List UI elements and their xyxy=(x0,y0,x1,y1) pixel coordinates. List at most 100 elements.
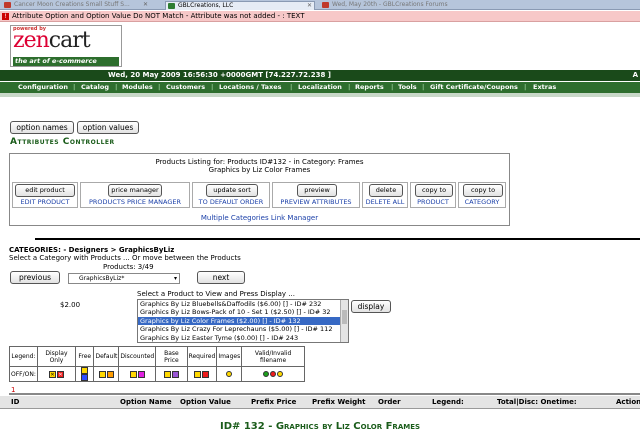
nav-item-customers[interactable]: Customers xyxy=(166,82,205,93)
edit-product-link[interactable]: EDIT PRODUCT xyxy=(13,198,77,206)
preview-button[interactable]: preview xyxy=(297,184,337,197)
delete-button[interactable]: delete xyxy=(369,184,403,197)
nav-item-reports[interactable]: Reports xyxy=(355,82,384,93)
option-names-button[interactable]: option names xyxy=(10,121,74,134)
multiple-categories-link[interactable]: Multiple Categories Link Manager xyxy=(10,214,509,222)
copy-to-product-link[interactable]: PRODUCT xyxy=(411,198,455,206)
legend-header: Images xyxy=(216,346,243,367)
copy-to-product-cell: copy to PRODUCT xyxy=(410,182,456,208)
product-listing-box: Products Listing for: Products ID#132 - … xyxy=(9,153,510,226)
on-square-icon xyxy=(202,370,210,378)
on-square-icon xyxy=(81,374,89,381)
admin-nav-bar: Configuration | Catalog | Modules | Cust… xyxy=(0,82,640,93)
off-square-icon xyxy=(129,370,137,378)
browser-tab[interactable]: Wed, May 20th - GBLCreations Forums xyxy=(320,1,480,10)
header-right-text: A xyxy=(632,71,638,79)
legend-valid-invalid xyxy=(241,366,305,382)
previous-button[interactable]: previous xyxy=(10,271,60,284)
delete-cell: delete DELETE ALL xyxy=(362,182,408,208)
next-button[interactable]: next xyxy=(197,271,245,284)
option-values-button[interactable]: option values xyxy=(77,121,139,134)
browser-tab-active[interactable]: GBLCreations, LLC ✕ xyxy=(165,1,315,10)
error-message: Attribute Option and Option Value Do NOT… xyxy=(12,12,305,20)
copy-to-product-button[interactable]: copy to xyxy=(415,184,453,197)
nav-item-catalog[interactable]: Catalog xyxy=(81,82,109,93)
col-option-name: Option Name xyxy=(120,398,172,406)
site-favicon-icon xyxy=(322,2,329,8)
attributes-table-header: ID Option Name Option Value Prefix Price… xyxy=(0,396,640,409)
close-icon[interactable]: ✕ xyxy=(143,1,148,9)
legend-row-label: OFF/ON: xyxy=(9,366,38,382)
legend-header: Display Only xyxy=(36,346,77,367)
legend-default xyxy=(93,366,120,382)
product-option[interactable]: Graphics By Liz Crazy For Leprechauns ($… xyxy=(138,325,348,333)
browser-tab[interactable]: Cancer Moon Creations Small Stuff S... ✕ xyxy=(2,1,150,10)
status-dot-icon xyxy=(277,371,284,377)
legend-base-price xyxy=(155,366,188,382)
category-select[interactable]: GraphicsByLiz* ▾ xyxy=(68,273,180,284)
legend-header: Legend: xyxy=(9,346,38,367)
product-option[interactable]: Graphics By Liz Bows-Pack of 10 - Set 1 … xyxy=(138,308,348,316)
scrollbar-thumb[interactable] xyxy=(342,310,347,324)
col-id: ID xyxy=(11,398,20,406)
nav-item-locations-taxes[interactable]: Locations / Taxes xyxy=(219,82,282,93)
listbox-scrollbar[interactable] xyxy=(340,300,348,342)
price-manager-button[interactable]: price manager xyxy=(108,184,162,197)
zencart-logo[interactable]: powered by zencart the art of e-commerce xyxy=(10,25,122,67)
copy-to-category-button[interactable]: copy to xyxy=(463,184,503,197)
on-square-icon xyxy=(171,370,179,378)
chevron-down-icon: ▾ xyxy=(173,275,177,282)
edit-product-button[interactable]: edit product xyxy=(15,184,75,197)
product-option[interactable]: Graphics By Liz Bluebells&Daffodils ($6.… xyxy=(138,300,348,308)
category-select-value: GraphicsByLiz* xyxy=(79,275,125,282)
product-price: $2.00 xyxy=(60,301,81,309)
delete-all-link[interactable]: DELETE ALL xyxy=(363,198,407,206)
header-date-bar: Wed, 20 May 2009 16:56:30 +0000GMT [74.2… xyxy=(0,70,640,81)
legend-header: Valid/Invalid filename xyxy=(241,346,305,367)
category-help-text: Select a Category with Products ... Or m… xyxy=(9,254,241,262)
on-square-icon xyxy=(106,370,114,378)
update-sort-button[interactable]: update sort xyxy=(206,184,258,197)
edit-product-cell: edit product EDIT PRODUCT xyxy=(12,182,78,208)
product-option-selected[interactable]: Graphics by Liz Color Frames ($2.00) [] … xyxy=(138,316,348,326)
nav-item-localization[interactable]: Localization xyxy=(298,82,342,93)
nav-item-configuration[interactable]: Configuration xyxy=(18,82,68,93)
section-divider xyxy=(35,238,640,240)
browser-tab-bar: Cancer Moon Creations Small Stuff S... ✕… xyxy=(0,0,640,10)
on-x-icon: ✕ xyxy=(56,370,64,378)
logo-tagline: the art of e-commerce xyxy=(13,57,119,66)
nav-item-gift-certificate-coupons[interactable]: Gift Certificate/Coupons xyxy=(430,82,518,93)
legend-discounted xyxy=(118,366,157,382)
invalid-dot-icon xyxy=(270,371,277,377)
error-message-bar: ! Attribute Option and Option Value Do N… xyxy=(0,11,640,22)
category-breadcrumb: CATEGORIES: - Designers > GraphicsByLiz xyxy=(9,246,175,254)
col-option-value: Option Value xyxy=(180,398,231,406)
image-dot-icon xyxy=(226,371,233,377)
nav-item-tools[interactable]: Tools xyxy=(398,82,417,93)
nav-item-extras[interactable]: Extras xyxy=(533,82,556,93)
product-heading: ID# 132 - Graphics by Liz Color Frames xyxy=(219,421,421,432)
off-x-icon: ✕ xyxy=(48,370,56,378)
listing-info-line: Products Listing for: Products ID#132 - … xyxy=(155,158,364,166)
legend-header: Free xyxy=(75,346,95,367)
close-icon[interactable]: ✕ xyxy=(307,2,312,10)
col-prefix-weight: Prefix Weight xyxy=(312,398,366,406)
product-option[interactable]: Graphics By Liz Easter Tyme ($0.00) [] -… xyxy=(138,334,348,342)
product-count: Products: 3/49 xyxy=(103,263,154,271)
on-square-icon xyxy=(137,370,145,378)
display-button[interactable]: display xyxy=(351,300,391,313)
default-order-link[interactable]: TO DEFAULT ORDER xyxy=(193,198,269,206)
col-order: Order xyxy=(378,398,401,406)
legend-required xyxy=(186,366,218,382)
copy-to-category-link[interactable]: CATEGORY xyxy=(459,198,505,206)
off-square-icon xyxy=(98,370,106,378)
preview-attributes-link[interactable]: PREVIEW ATTRIBUTES xyxy=(273,198,359,206)
legend-header: Required xyxy=(186,346,218,367)
nav-item-modules[interactable]: Modules xyxy=(122,82,153,93)
error-icon: ! xyxy=(2,13,9,20)
products-price-manager-link[interactable]: PRODUCTS PRICE MANAGER xyxy=(81,198,189,206)
legend-table: Legend: Display Only Free Default Discou… xyxy=(9,346,305,382)
legend-free xyxy=(75,366,95,382)
product-listbox[interactable]: Graphics By Liz Bluebells&Daffodils ($6.… xyxy=(137,299,349,343)
legend-header: Discounted xyxy=(118,346,157,367)
